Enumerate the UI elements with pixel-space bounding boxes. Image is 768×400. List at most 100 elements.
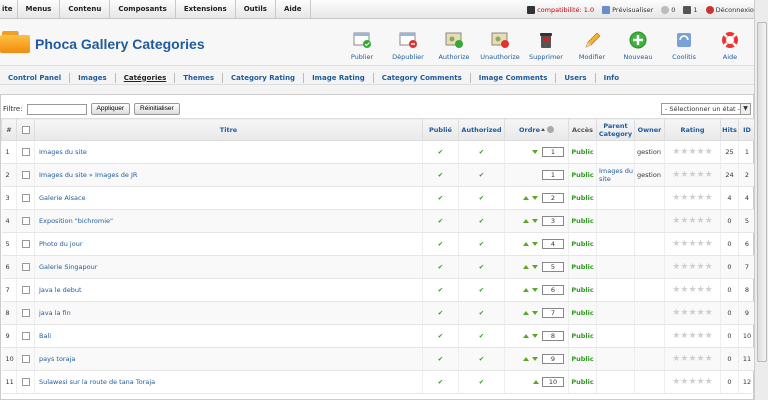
tab-image-rating[interactable]: Image Rating: [304, 72, 374, 83]
move-up-icon[interactable]: [523, 196, 529, 200]
order-input[interactable]: 3: [542, 216, 564, 226]
move-down-icon[interactable]: [532, 196, 538, 200]
move-down-icon[interactable]: [532, 242, 538, 246]
move-up-icon[interactable]: [523, 265, 529, 269]
col-parent[interactable]: Parent Category: [596, 118, 635, 141]
published-check-icon[interactable]: ✔: [422, 209, 459, 233]
access-link[interactable]: Public: [568, 347, 597, 371]
published-check-icon[interactable]: ✔: [422, 232, 459, 256]
order-input[interactable]: 2: [542, 193, 564, 203]
access-link[interactable]: Public: [568, 278, 597, 302]
col-owner[interactable]: Owner: [634, 118, 665, 141]
parent-category-link[interactable]: [596, 209, 635, 233]
authorized-check-icon[interactable]: ✔: [458, 232, 505, 256]
authorized-check-icon[interactable]: ✔: [458, 186, 505, 210]
parent-category-link[interactable]: [596, 140, 635, 164]
row-title-link[interactable]: Java le debut: [34, 278, 423, 302]
row-title-link[interactable]: java la fin: [34, 301, 423, 325]
published-check-icon[interactable]: ✔: [422, 163, 459, 187]
authorize-button[interactable]: Authorize: [432, 30, 476, 70]
row-checkbox[interactable]: [21, 286, 30, 294]
row-checkbox[interactable]: [21, 240, 30, 248]
parent-category-link[interactable]: [596, 324, 635, 348]
row-checkbox[interactable]: [21, 148, 30, 156]
move-up-icon[interactable]: [523, 242, 529, 246]
menu-item-extensions[interactable]: Extensions: [176, 0, 236, 19]
authorized-check-icon[interactable]: ✔: [458, 278, 505, 302]
row-title-link[interactable]: Galerie Alsace: [34, 186, 423, 210]
preview-link[interactable]: Prévisualiser: [602, 5, 653, 14]
order-input[interactable]: 7: [542, 308, 564, 318]
state-select[interactable]: - Sélectionner un état - ▼: [661, 103, 751, 115]
row-title-link[interactable]: pays toraja: [34, 347, 423, 371]
published-check-icon[interactable]: ✔: [422, 140, 459, 164]
move-up-icon[interactable]: [523, 219, 529, 223]
move-down-icon[interactable]: [532, 265, 538, 269]
order-input[interactable]: 1: [542, 170, 564, 180]
tools-button[interactable]: Coolitis: [662, 30, 706, 70]
order-input[interactable]: 1: [542, 147, 564, 157]
published-check-icon[interactable]: ✔: [422, 186, 459, 210]
published-check-icon[interactable]: ✔: [422, 324, 459, 348]
menu-item-menus[interactable]: Menus: [18, 0, 61, 19]
order-input[interactable]: 9: [542, 354, 564, 364]
move-down-icon[interactable]: [532, 219, 538, 223]
authorized-check-icon[interactable]: ✔: [458, 140, 505, 164]
authorized-check-icon[interactable]: ✔: [458, 324, 505, 348]
messages-link[interactable]: 0: [661, 5, 675, 14]
access-link[interactable]: Public: [568, 186, 597, 210]
published-check-icon[interactable]: ✔: [422, 278, 459, 302]
row-checkbox[interactable]: [21, 171, 30, 179]
edit-button[interactable]: Modifier: [570, 30, 614, 70]
users-link[interactable]: 1: [683, 5, 698, 14]
menu-item-site[interactable]: ite: [0, 0, 18, 19]
help-button[interactable]: Aide: [708, 30, 752, 70]
new-button[interactable]: Nouveau: [616, 30, 660, 70]
row-title-link[interactable]: Exposition "bichromie": [34, 209, 423, 233]
vertical-scrollbar[interactable]: [754, 0, 768, 400]
row-checkbox[interactable]: [21, 217, 30, 225]
col-id[interactable]: ID: [738, 118, 756, 141]
parent-category-link[interactable]: [596, 255, 635, 279]
order-input[interactable]: 10: [542, 377, 564, 387]
access-link[interactable]: Public: [568, 324, 597, 348]
access-link[interactable]: Public: [568, 232, 597, 256]
tab-themes[interactable]: Themes: [175, 72, 223, 83]
row-checkbox[interactable]: [21, 309, 30, 317]
filter-input[interactable]: [26, 103, 87, 115]
select-all-checkbox[interactable]: [21, 125, 30, 134]
col-rating[interactable]: Rating: [664, 118, 721, 141]
move-up-icon[interactable]: [523, 357, 529, 361]
row-title-link[interactable]: Bali: [34, 324, 423, 348]
tab-users[interactable]: Users: [556, 72, 596, 83]
parent-category-link[interactable]: [596, 301, 635, 325]
row-checkbox[interactable]: [21, 263, 30, 271]
save-order-icon[interactable]: [547, 126, 554, 133]
tab-image-comments[interactable]: Image Comments: [471, 72, 557, 83]
move-up-icon[interactable]: [533, 380, 539, 384]
authorized-check-icon[interactable]: ✔: [458, 370, 505, 394]
move-up-icon[interactable]: [523, 311, 529, 315]
row-checkbox[interactable]: [21, 355, 30, 363]
authorized-check-icon[interactable]: ✔: [458, 255, 505, 279]
move-down-icon[interactable]: [532, 357, 538, 361]
row-title-link[interactable]: Images du site: [34, 140, 423, 164]
parent-category-link[interactable]: [596, 370, 635, 394]
row-title-link[interactable]: Sulawesi sur la route de tana Toraja: [34, 370, 423, 394]
tab-categories[interactable]: Catégories: [116, 72, 176, 83]
tab-images[interactable]: Images: [70, 72, 116, 83]
parent-category-link[interactable]: [596, 347, 635, 371]
unpublish-button[interactable]: Dépublier: [386, 30, 430, 70]
parent-category-link[interactable]: Images du site: [596, 163, 635, 187]
access-link[interactable]: Public: [568, 209, 597, 233]
access-link[interactable]: Public: [568, 301, 597, 325]
move-up-icon[interactable]: [523, 288, 529, 292]
tab-info[interactable]: Info: [596, 73, 627, 83]
published-check-icon[interactable]: ✔: [422, 370, 459, 394]
row-checkbox[interactable]: [21, 194, 30, 202]
move-down-icon[interactable]: [532, 334, 538, 338]
move-down-icon[interactable]: [532, 150, 538, 154]
parent-category-link[interactable]: [596, 278, 635, 302]
access-link[interactable]: Public: [568, 163, 597, 187]
access-link[interactable]: Public: [568, 140, 597, 164]
